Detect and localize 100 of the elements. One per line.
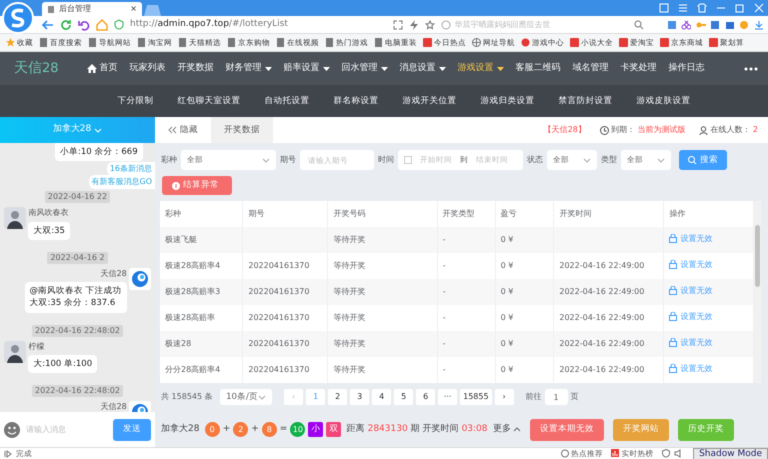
- caret-icon: [380, 66, 388, 70]
- table-cell: 202204161370: [248, 313, 310, 322]
- nav-item[interactable]: 操作日志: [668, 62, 705, 76]
- table-cell: 2022-04-16 22:49:00: [559, 261, 644, 270]
- address-bar[interactable]: http://admin.qpo7.top/#/lotteryList: [130, 18, 386, 32]
- chevron-down-icon: [262, 158, 270, 162]
- nav-item[interactable]: 客服二维码: [516, 62, 561, 76]
- total-count: 共 158545 条: [161, 391, 213, 403]
- chat-bubble: @南风吹春衣 下注成功 大双:35 余分：837.6: [24, 282, 127, 313]
- page-icon: [47, 4, 55, 14]
- subnav-item[interactable]: 红包聊天室设置: [178, 94, 240, 108]
- shadow-mode-button[interactable]: Shadow Mode: [693, 448, 768, 459]
- page-button[interactable]: 2: [328, 389, 348, 405]
- table-cell: 极速飞艇: [165, 235, 197, 244]
- page-button[interactable]: 5: [394, 389, 414, 405]
- goto-label: 前往: [526, 391, 542, 403]
- maximize-icon[interactable]: [734, 3, 744, 13]
- table-cell: 202204161370: [248, 339, 310, 348]
- table-cell: 0 ¥: [500, 365, 514, 374]
- lock-icon: [669, 234, 678, 244]
- close-icon[interactable]: [754, 3, 764, 13]
- nav-item[interactable]: 卡奖处理: [620, 62, 657, 76]
- download-icon[interactable]: [754, 20, 764, 30]
- emoji-icon[interactable]: [4, 422, 20, 438]
- page-icon: [178, 38, 187, 47]
- notes-icon[interactable]: [710, 20, 720, 30]
- table-cell: 分分28高赔率4: [165, 365, 220, 374]
- lightning-icon[interactable]: [408, 20, 418, 30]
- page-button[interactable]: 3: [350, 389, 370, 405]
- globe-icon: [472, 38, 481, 47]
- nav-item[interactable]: 游戏设置: [458, 62, 504, 76]
- page-icon: [374, 38, 383, 47]
- nav-item[interactable]: 赔率设置: [284, 62, 330, 76]
- window-icon[interactable]: [724, 20, 734, 30]
- key-icon[interactable]: [696, 20, 706, 30]
- subnav-item[interactable]: 游戏皮肤设置: [636, 94, 690, 108]
- distance-label: 距离: [346, 422, 365, 436]
- more-icon[interactable]: [744, 66, 758, 70]
- scrollbar[interactable]: [754, 201, 761, 383]
- nav-item[interactable]: 消息设置: [400, 62, 446, 76]
- home-icon[interactable]: [96, 18, 108, 30]
- subnav-item[interactable]: 下分限制: [118, 94, 154, 108]
- nav-item[interactable]: 域名管理: [572, 62, 609, 76]
- search-icon[interactable]: [634, 20, 644, 30]
- shield-icon[interactable]: [662, 449, 670, 458]
- subnav-item[interactable]: 禁言防封设置: [558, 94, 612, 108]
- nav-item[interactable]: 玩家列表: [130, 62, 166, 76]
- lock-icon: [669, 312, 678, 322]
- result-tag: 双: [326, 422, 342, 437]
- page-size-select[interactable]: 10条/页: [220, 389, 272, 405]
- scrollbar-thumb[interactable]: [755, 225, 760, 287]
- game-name: 加拿大28: [161, 422, 200, 436]
- nav-item[interactable]: 首页: [86, 62, 118, 76]
- double-chevron-icon: [168, 126, 177, 134]
- chevron-down-icon: [94, 128, 102, 132]
- nav-item[interactable]: 开奖数据: [178, 62, 214, 76]
- sender-name: 柠檬: [28, 340, 46, 353]
- reload-icon[interactable]: [60, 18, 72, 30]
- chevron-up-icon: [513, 427, 521, 432]
- table-cell: 2022-04-16 22:49:00: [559, 339, 644, 348]
- subnav-item[interactable]: 自动托设置: [264, 94, 310, 108]
- more-link[interactable]: 更多: [492, 422, 521, 436]
- star-icon: [6, 38, 15, 47]
- play-icon[interactable]: [4, 450, 12, 458]
- table-cell: 0 ¥: [500, 261, 514, 270]
- browser-tab[interactable]: 后台管理 ×: [42, 2, 142, 16]
- star-icon[interactable]: [424, 20, 434, 30]
- page-button[interactable]: 4: [372, 389, 392, 405]
- lock-icon: [669, 338, 678, 348]
- close-button[interactable]: ×: [130, 3, 137, 15]
- undo-icon[interactable]: [78, 18, 90, 30]
- tab[interactable]: 开奖数据: [211, 117, 273, 143]
- next-page-button[interactable]: ›: [494, 389, 514, 405]
- app-logo[interactable]: 天信28: [10, 58, 59, 79]
- back-icon[interactable]: [42, 18, 54, 30]
- nav-item[interactable]: 财务管理: [226, 62, 272, 76]
- shirt-icon[interactable]: [696, 3, 706, 13]
- table-cell: 等待开奖: [333, 261, 366, 270]
- subnav-item[interactable]: 游戏开关位置: [402, 94, 456, 108]
- page-button[interactable]: 6: [416, 389, 436, 405]
- table-cell: 202204161370: [248, 365, 310, 374]
- page-field[interactable]: 1: [544, 389, 568, 405]
- new-tab-button[interactable]: [142, 4, 162, 16]
- nav-item[interactable]: 回水管理: [342, 62, 388, 76]
- page-icon: [276, 38, 285, 47]
- lock-icon: [669, 286, 678, 296]
- scissors-icon[interactable]: [681, 20, 691, 30]
- subnav-item[interactable]: 游戏归类设置: [480, 94, 534, 108]
- qr-icon[interactable]: [392, 20, 402, 30]
- menu-icon[interactable]: [678, 3, 688, 13]
- page-button[interactable]: ···: [438, 389, 458, 405]
- caret-icon: [322, 66, 330, 70]
- speaker-icon[interactable]: [674, 449, 684, 458]
- bookmark-icon[interactable]: [666, 20, 676, 30]
- filter-label: 期号: [280, 154, 296, 166]
- page-button[interactable]: 15855: [460, 389, 492, 405]
- subnav-item[interactable]: 群名称设置: [334, 94, 378, 108]
- timestamp: 2022-04-16 22:48:02: [32, 385, 123, 398]
- period-number: 2843130: [368, 422, 408, 436]
- window-icon[interactable]: [658, 3, 668, 13]
